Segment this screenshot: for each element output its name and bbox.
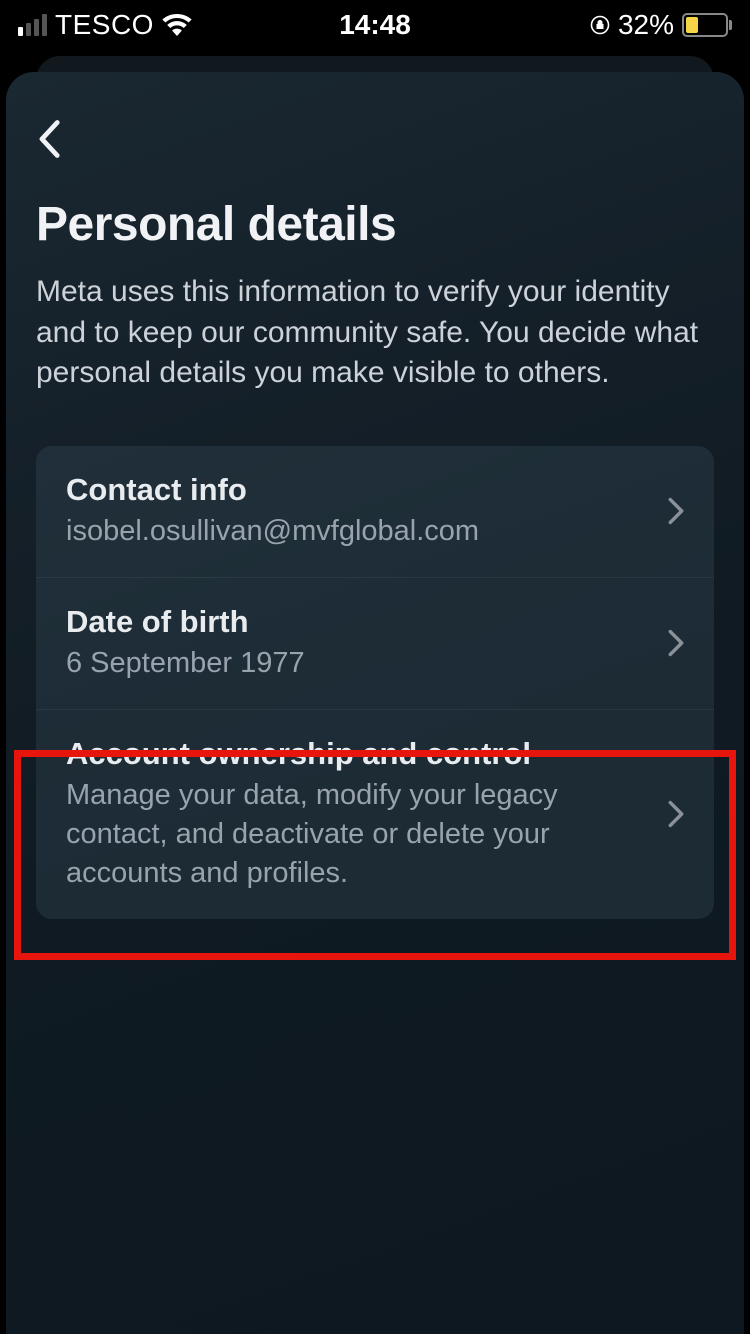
chevron-right-icon [668,497,684,525]
status-right: 32% ⚡︎ [590,9,732,41]
carrier-label: TESCO [55,9,154,41]
status-left: TESCO [18,9,192,41]
battery-icon: ⚡︎ [682,13,732,37]
row-value: 6 September 1977 [66,644,648,683]
row-value: isobel.osullivan@mvfglobal.com [66,512,648,551]
back-button[interactable] [36,117,80,161]
account-ownership-row[interactable]: Account ownership and control Manage you… [36,710,714,919]
settings-sheet: Personal details Meta uses this informat… [6,72,744,1334]
date-of-birth-row[interactable]: Date of birth 6 September 1977 [36,578,714,710]
chevron-right-icon [668,629,684,657]
status-bar: TESCO 14:48 32% ⚡︎ [0,0,750,50]
wifi-icon [162,14,192,36]
signal-strength-icon [18,14,47,36]
page-subtitle: Meta uses this information to verify you… [36,272,714,394]
contact-info-row[interactable]: Contact info isobel.osullivan@mvfglobal.… [36,446,714,578]
row-subtitle: Manage your data, modify your legacy con… [66,776,648,893]
row-title: Account ownership and control [66,736,648,772]
row-title: Date of birth [66,604,648,640]
battery-percent: 32% [618,9,674,41]
row-title: Contact info [66,472,648,508]
settings-group: Contact info isobel.osullivan@mvfglobal.… [36,446,714,920]
charging-bolt-icon: ⚡︎ [700,17,710,34]
chevron-left-icon [36,119,62,159]
status-time: 14:48 [339,9,411,41]
page-title: Personal details [36,197,714,252]
chevron-right-icon [668,800,684,828]
rotation-lock-icon [590,15,610,35]
